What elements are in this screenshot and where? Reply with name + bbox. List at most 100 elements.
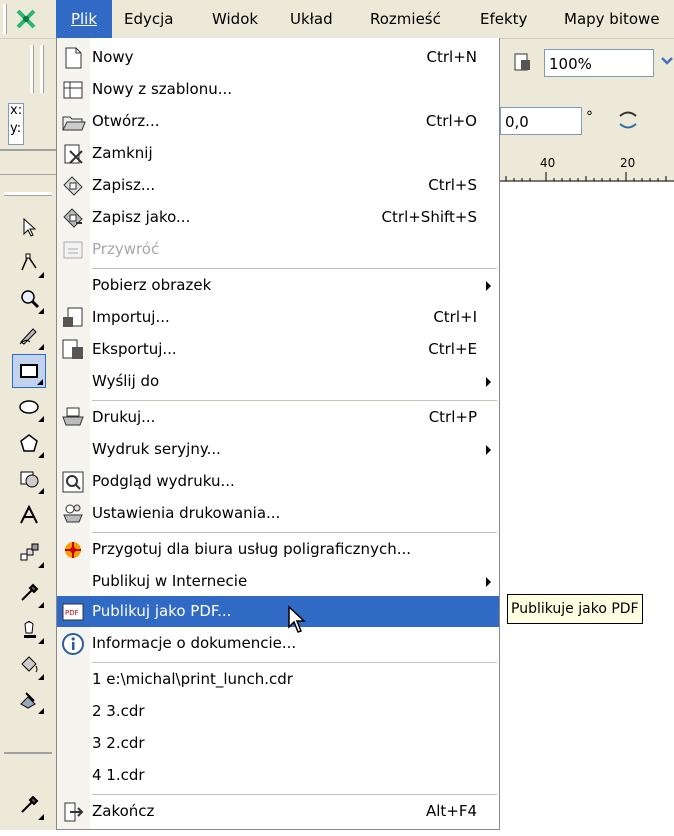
menu-edycja[interactable]: Edycja xyxy=(124,0,173,38)
menu-item-label: Podgląd wydruku... xyxy=(92,472,235,490)
menu-item-send-to[interactable]: Wyślij do xyxy=(57,366,499,397)
menu-plik[interactable]: Plik xyxy=(56,0,112,38)
menu-efekty[interactable]: Efekty xyxy=(480,0,527,38)
menu-widok[interactable]: Widok xyxy=(212,0,258,38)
menu-item-recent-file[interactable]: 3 2.cdr xyxy=(57,728,499,759)
menu-item-print[interactable]: Drukuj... Ctrl+P xyxy=(57,402,499,433)
export-icon xyxy=(60,337,86,363)
shortcut-text: Ctrl+N xyxy=(426,48,477,66)
exit-icon xyxy=(60,799,86,825)
y-label: y: xyxy=(10,121,22,136)
x-label: x: xyxy=(10,103,23,118)
import-icon xyxy=(60,305,86,331)
ruler-tick-label: 20 xyxy=(620,156,636,170)
menu-item-acquire-image[interactable]: Pobierz obrazek xyxy=(57,270,499,301)
shortcut-text: Ctrl+I xyxy=(433,308,477,326)
menu-item-document-info[interactable]: Informacje o dokumencie... xyxy=(57,628,499,659)
new-from-template-icon xyxy=(60,77,86,103)
menu-item-save-as[interactable]: Zapisz jako... Ctrl+Shift+S xyxy=(57,202,499,233)
menu-item-save[interactable]: Zapisz... Ctrl+S xyxy=(57,170,499,201)
print-icon xyxy=(60,405,86,431)
menu-mapy-bitowe[interactable]: Mapy bitowe xyxy=(564,0,660,38)
shortcut-text: Ctrl+Shift+S xyxy=(381,208,477,226)
menu-item-label: Zapisz... xyxy=(92,176,156,194)
text-tool-icon[interactable] xyxy=(12,498,46,532)
toolbox xyxy=(0,192,56,830)
menu-item-label: 3 2.cdr xyxy=(92,734,145,752)
chevron-down-icon[interactable] xyxy=(660,54,674,68)
toolbox-grip[interactable] xyxy=(4,192,52,196)
menu-bar: Plik Edycja Widok Układ Rozmieść Efekty … xyxy=(0,0,674,39)
zoom-tool-icon[interactable] xyxy=(12,282,46,316)
toolbar-grip[interactable] xyxy=(3,4,7,34)
info-icon xyxy=(60,631,86,657)
outline-tool-icon[interactable] xyxy=(12,612,46,646)
menu-item-exit[interactable]: Zakończ Alt+F4 xyxy=(57,796,499,827)
ellipse-tool-icon[interactable] xyxy=(12,390,46,424)
submenu-arrow-icon xyxy=(486,281,491,291)
mirror-icon[interactable] xyxy=(614,105,642,135)
divider xyxy=(4,752,52,754)
ruler-tick-label: 40 xyxy=(540,156,556,170)
file-menu: Nowy Ctrl+N Nowy z szablonu... Otwórz...… xyxy=(56,38,500,830)
submenu-arrow-icon xyxy=(486,445,491,455)
menu-item-recent-file[interactable]: 1 e:\michal\print_lunch.cdr xyxy=(57,664,499,695)
menu-item-recent-file[interactable]: 4 1.cdr xyxy=(57,760,499,791)
shape-tool-icon[interactable] xyxy=(12,246,46,280)
menu-item-label: Eksportuj... xyxy=(92,340,177,358)
submenu-arrow-icon xyxy=(486,577,491,587)
eyedropper-tool-icon[interactable] xyxy=(12,576,46,610)
menu-item-export[interactable]: Eksportuj... Ctrl+E xyxy=(57,334,499,365)
menu-rozmiesc[interactable]: Rozmieść xyxy=(370,0,441,38)
menu-item-recent-file[interactable]: 2 3.cdr xyxy=(57,696,499,727)
zoom-level-field[interactable]: 100% xyxy=(544,49,654,77)
menu-item-import[interactable]: Importuj... Ctrl+I xyxy=(57,302,499,333)
menu-item-open[interactable]: Otwórz... Ctrl+O xyxy=(57,106,499,137)
new-document-icon xyxy=(60,45,86,71)
toolbar-grip[interactable] xyxy=(30,45,34,93)
submenu-arrow-icon xyxy=(486,377,491,387)
menu-item-new[interactable]: Nowy Ctrl+N xyxy=(57,42,499,73)
menu-item-merge-print[interactable]: Wydruk seryjny... xyxy=(57,434,499,465)
horizontal-ruler: 40 20 xyxy=(500,152,674,182)
menu-separator xyxy=(92,532,497,533)
shortcut-text: Ctrl+E xyxy=(428,340,477,358)
degree-symbol: ° xyxy=(586,109,593,125)
shortcut-text: Alt+F4 xyxy=(425,802,477,820)
menu-item-publish-to-web[interactable]: Publikuj w Internecie xyxy=(57,566,499,597)
menu-item-revert: Przywróć xyxy=(57,234,499,265)
menu-item-print-setup[interactable]: Ustawienia drukowania... xyxy=(57,498,499,529)
pdf-publish-tool-icon[interactable] xyxy=(508,47,536,77)
menu-item-label: Wyślij do xyxy=(92,372,160,390)
pick-tool-icon[interactable] xyxy=(12,210,46,244)
menu-uklad[interactable]: Układ xyxy=(290,0,333,38)
menu-item-label: Otwórz... xyxy=(92,112,160,130)
interactive-fill-tool-icon[interactable] xyxy=(12,682,46,716)
menu-item-close[interactable]: Zamknij xyxy=(57,138,499,169)
menu-item-label: 4 1.cdr xyxy=(92,766,145,784)
menu-item-print-preview[interactable]: Podgląd wydruku... xyxy=(57,466,499,497)
print-preview-icon xyxy=(60,469,86,495)
fill-tool-icon[interactable] xyxy=(12,648,46,682)
menu-separator xyxy=(92,662,497,663)
right-toolbar-area: 100% 0,0 ° xyxy=(500,39,674,152)
menu-item-new-from-template[interactable]: Nowy z szablonu... xyxy=(57,74,499,105)
freehand-tool-icon[interactable] xyxy=(12,318,46,352)
menu-item-label: Zapisz jako... xyxy=(92,208,191,226)
menu-item-label: Publikuj jako PDF... xyxy=(92,602,232,620)
eyedropper-tool-icon[interactable] xyxy=(12,788,46,822)
rectangle-tool-icon[interactable] xyxy=(12,354,46,388)
menu-item-prepare-for-service-bureau[interactable]: Przygotuj dla biura usług poligraficznyc… xyxy=(57,534,499,565)
menu-item-publish-to-pdf[interactable]: PDF Publikuj jako PDF... xyxy=(57,596,499,627)
menu-item-label: 1 e:\michal\print_lunch.cdr xyxy=(92,670,293,688)
divider xyxy=(0,149,56,151)
menu-separator xyxy=(92,794,497,795)
interactive-blend-tool-icon[interactable] xyxy=(12,536,46,570)
angle-field[interactable]: 0,0 xyxy=(500,107,582,135)
menu-item-label: Zakończ xyxy=(92,802,155,820)
basic-shapes-tool-icon[interactable] xyxy=(12,462,46,496)
polygon-tool-icon[interactable] xyxy=(12,426,46,460)
svg-text:PDF: PDF xyxy=(65,609,79,617)
toolbar-grip[interactable] xyxy=(40,45,44,93)
menu-item-label: Pobierz obrazek xyxy=(92,276,212,294)
